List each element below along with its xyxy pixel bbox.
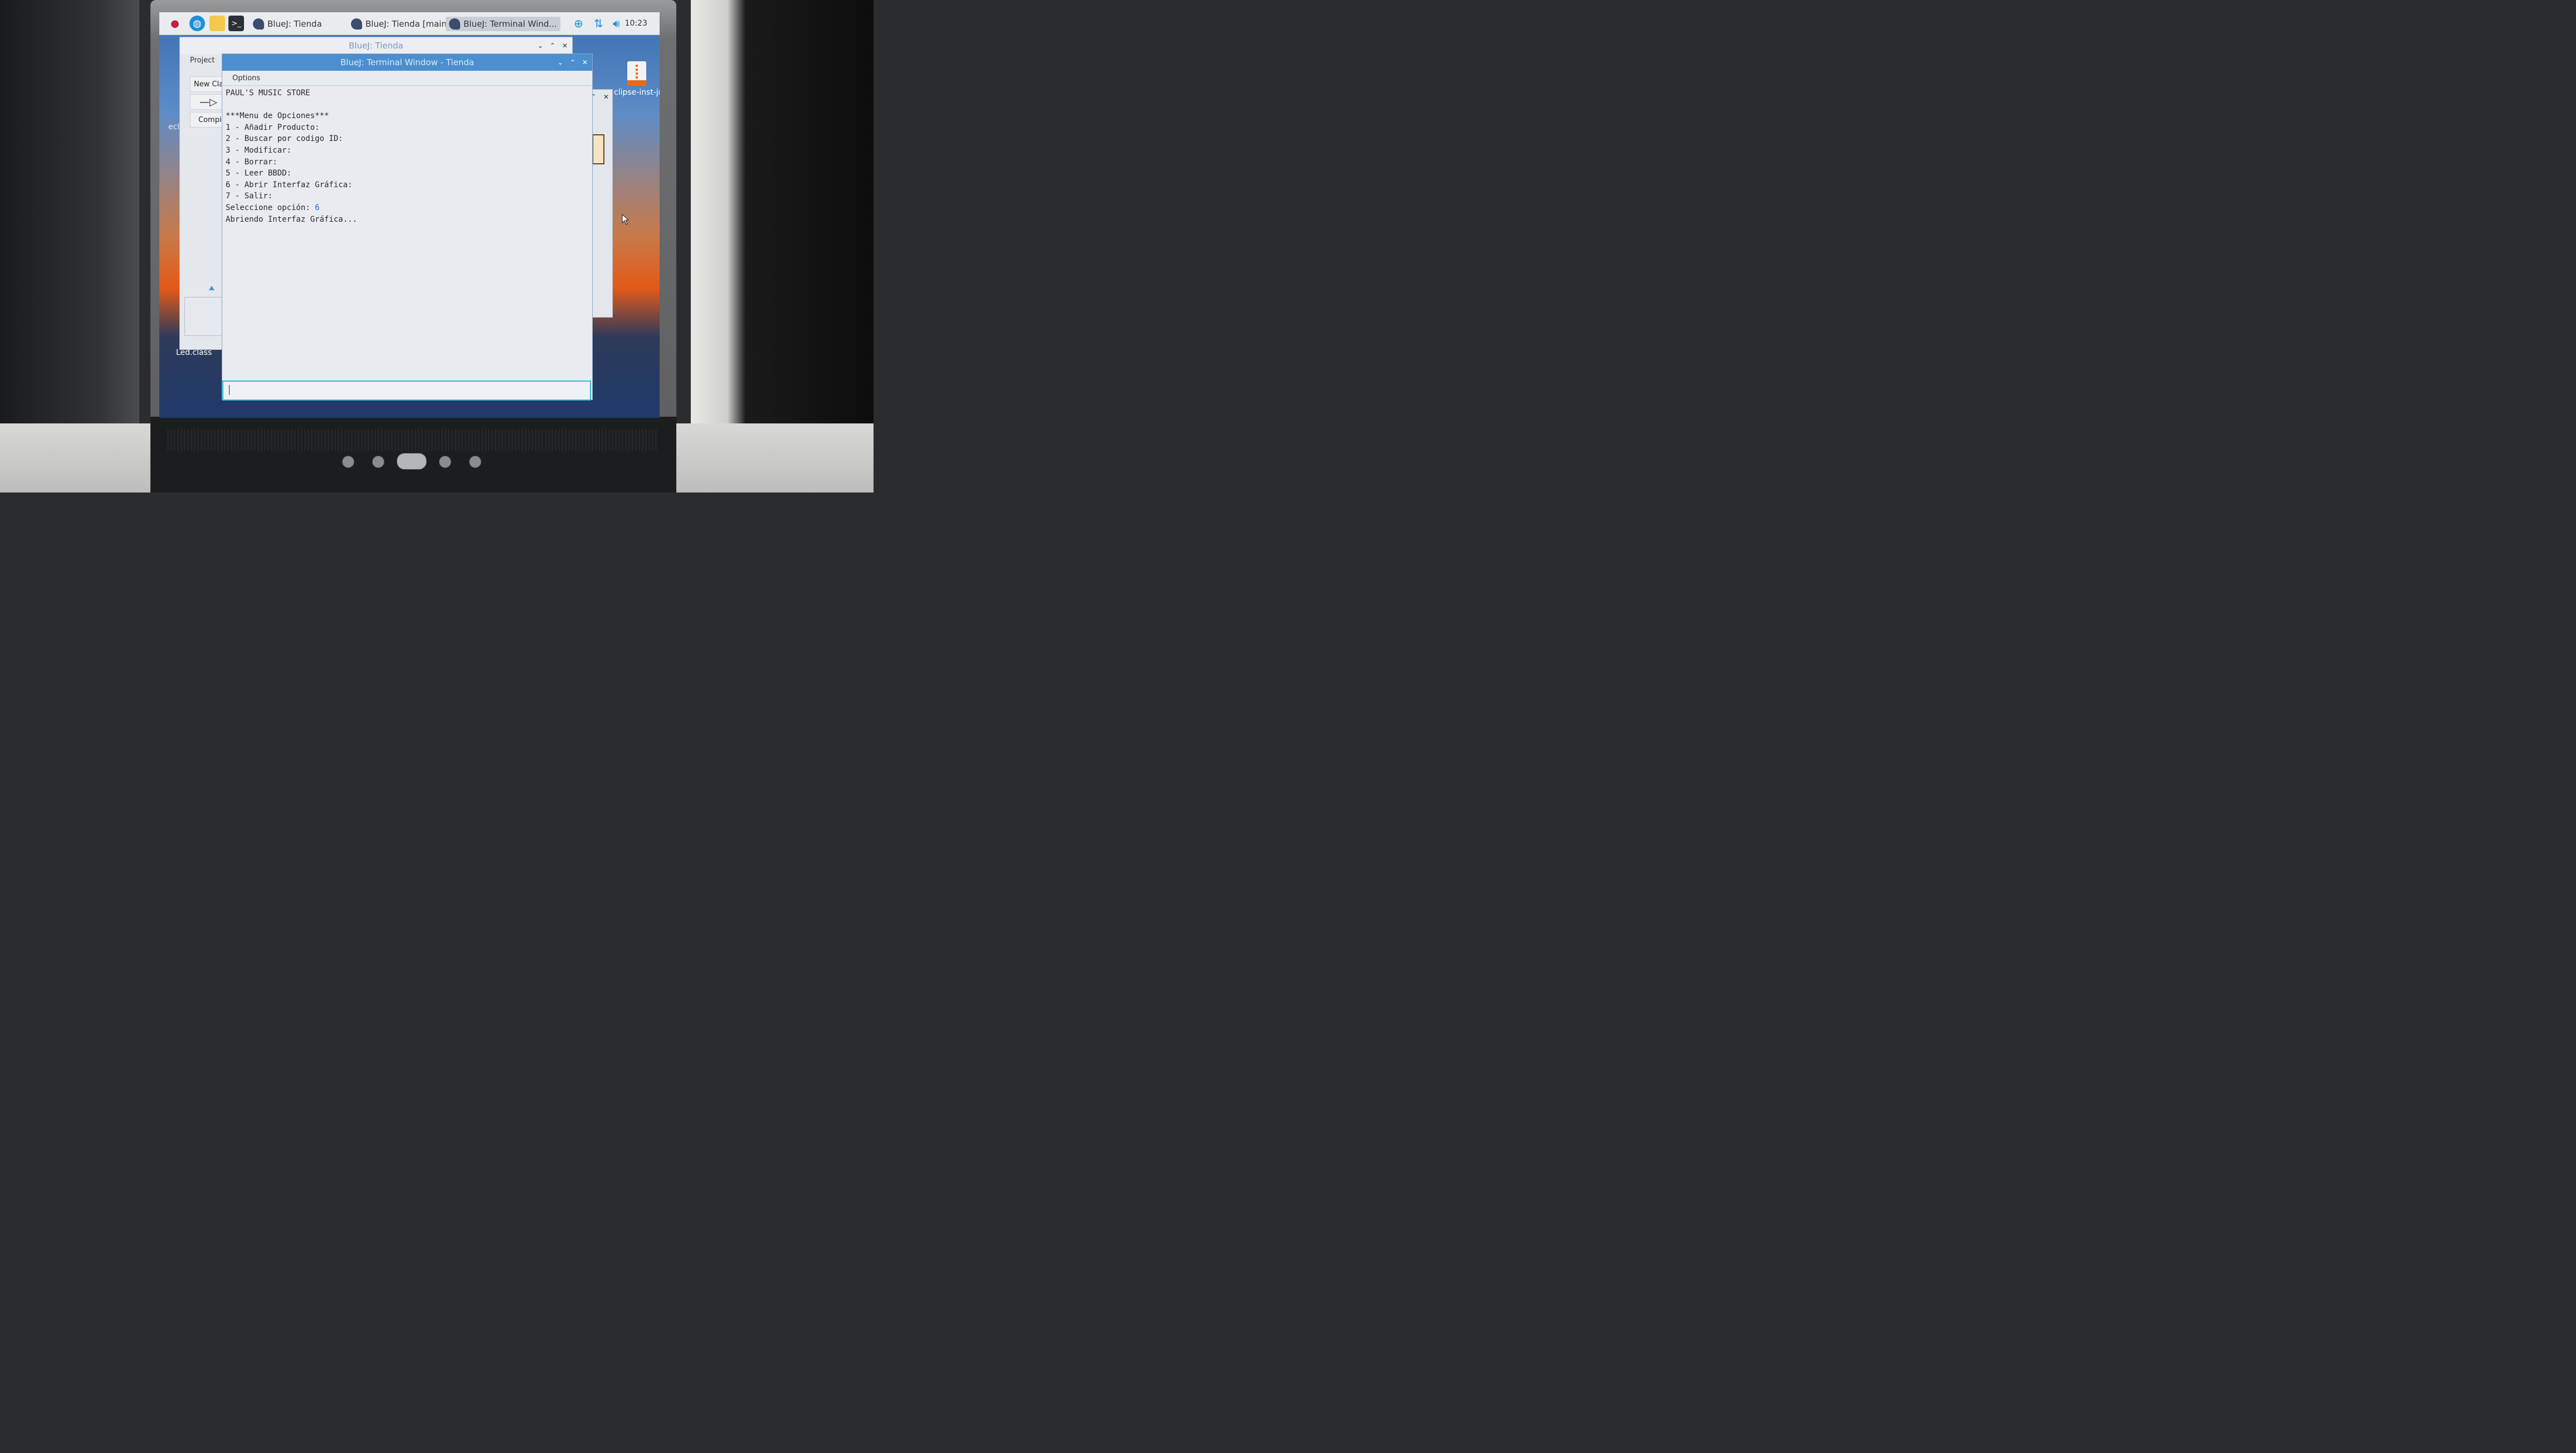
monitor-down-button[interactable] (439, 456, 451, 468)
terminal-icon[interactable]: >_ (228, 16, 244, 31)
terminal-prompt-line: Seleccione opción: 6 (226, 202, 582, 214)
close-icon[interactable]: ✕ (562, 42, 568, 50)
bluej-icon (351, 18, 362, 30)
terminal-line: ***Menu de Opciones*** (226, 111, 329, 121)
minimize-icon[interactable]: ⌄ (538, 42, 543, 50)
terminal-line: 6 - Abrir Interfaz Gráfica: (226, 180, 353, 189)
text-caret (229, 385, 230, 395)
zip-file-icon[interactable] (627, 61, 646, 86)
monitor-menu-button[interactable] (342, 456, 354, 468)
terminal-typed-input: 6 (315, 203, 320, 212)
taskbar-task-label: BlueJ: Tienda [main] (365, 19, 450, 29)
maximize-icon[interactable]: ⌃ (570, 58, 575, 66)
taskbar-task-tienda[interactable]: BlueJ: Tienda (253, 17, 322, 31)
terminal-line: 5 - Leer BBDD: (226, 169, 292, 178)
scroll-up-icon[interactable] (209, 286, 214, 290)
close-icon[interactable]: ✕ (582, 58, 588, 66)
volume-icon[interactable]: 🔊︎ (613, 17, 620, 30)
download-icon[interactable]: ⊕ (574, 17, 583, 30)
desktop-led-label[interactable]: Led.class (176, 348, 212, 357)
background-right (691, 0, 874, 493)
terminal-output: PAUL'S MUSIC STORE ***Menu de Opciones**… (226, 87, 582, 225)
inheritance-arrow-icon: —▷ (199, 96, 217, 108)
menu-project[interactable]: Project (190, 56, 214, 65)
terminal-prompt: Seleccione opción: (226, 203, 315, 212)
close-icon[interactable]: ✕ (603, 93, 609, 101)
terminal-window: BlueJ: Terminal Window - Tienda ⌄ ⌃ ✕ Op… (222, 53, 593, 401)
main-window-titlebar[interactable]: BlueJ: Tienda ⌄ ⌃ ✕ (180, 37, 572, 54)
menu-options[interactable]: Options (232, 74, 260, 82)
network-icon[interactable]: ⇅ (594, 17, 603, 30)
web-browser-icon[interactable]: ◍ (189, 16, 205, 31)
taskbar: ● ◍ >_ BlueJ: Tienda BlueJ: Tienda [main… (159, 12, 660, 35)
taskbar-task-label: BlueJ: Terminal Wind... (464, 19, 557, 29)
file-manager-icon[interactable] (209, 16, 225, 31)
terminal-line: 7 - Salir: (226, 192, 273, 201)
object-bench (184, 297, 225, 336)
screen: ● ◍ >_ BlueJ: Tienda BlueJ: Tienda [main… (159, 12, 660, 418)
maximize-icon[interactable]: ⌃ (550, 42, 555, 50)
bluej-icon (449, 18, 460, 30)
main-window-title: BlueJ: Tienda (349, 41, 403, 51)
background-left (0, 0, 139, 493)
desktop-ecl-label[interactable]: ecl (168, 123, 179, 131)
terminal-menubar: Options (222, 71, 592, 86)
terminal-input-field[interactable] (222, 381, 591, 401)
taskbar-task-terminal[interactable]: BlueJ: Terminal Wind... (446, 17, 560, 31)
desktop-file-label[interactable]: clipse-inst-jr... (614, 88, 660, 97)
raspberry-menu-icon[interactable]: ● (167, 16, 183, 31)
terminal-title: BlueJ: Terminal Window - Tienda (340, 57, 474, 67)
terminal-titlebar[interactable]: BlueJ: Terminal Window - Tienda ⌄ ⌃ ✕ (222, 54, 592, 71)
monitor-adjust-button[interactable] (372, 456, 384, 468)
class-card-icon[interactable] (592, 134, 604, 164)
clock[interactable]: 10:23 (625, 19, 647, 28)
taskbar-task-label: BlueJ: Tienda (267, 19, 322, 29)
taskbar-task-tienda-main[interactable]: BlueJ: Tienda [main] (351, 17, 450, 31)
terminal-line: 4 - Borrar: (226, 157, 277, 167)
terminal-line: 3 - Modificar: (226, 145, 292, 155)
terminal-line: Abriendo Interfaz Gráfica... (226, 214, 358, 224)
monitor-speaker-grille (167, 429, 657, 451)
minimize-icon[interactable]: ⌄ (558, 58, 563, 66)
monitor-up-button[interactable] (469, 456, 481, 468)
terminal-line: 2 - Buscar por codigo ID: (226, 134, 343, 144)
terminal-line: 1 - Añadir Producto: (226, 123, 320, 132)
monitor-power-button[interactable] (397, 453, 427, 470)
terminal-line: PAUL'S MUSIC STORE (226, 89, 310, 97)
bluej-icon (253, 18, 264, 30)
mouse-pointer-icon (622, 214, 630, 225)
